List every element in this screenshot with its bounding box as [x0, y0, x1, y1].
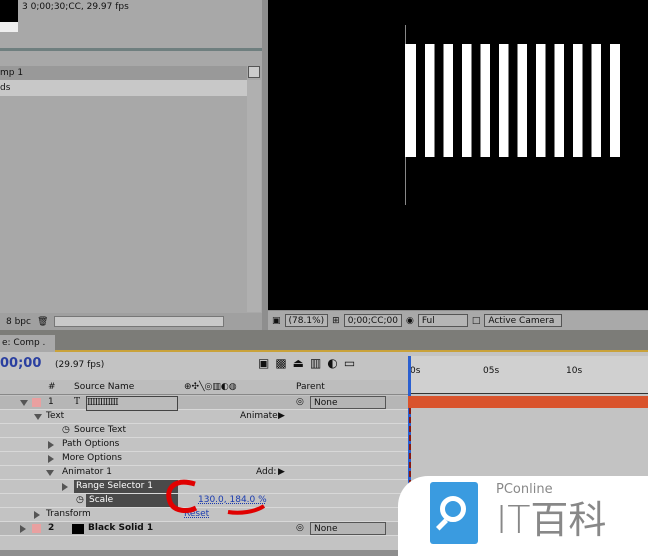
watermark-brand: PConline: [496, 482, 553, 497]
bpc-label[interactable]: 8 bpc: [6, 317, 31, 327]
col-source-name[interactable]: Source Name: [74, 380, 134, 394]
flowchart-button[interactable]: [248, 66, 260, 78]
stripe-gap: [490, 44, 499, 157]
stripe-gap: [527, 44, 536, 157]
layer-number: 2: [48, 523, 55, 533]
current-time[interactable]: 00;00: [0, 356, 41, 371]
ruler-tick: 0s: [410, 366, 421, 376]
trash-icon[interactable]: 🗑: [37, 317, 48, 327]
grid-icon[interactable]: ⊞: [332, 316, 340, 326]
parent-icon: ◎: [296, 397, 304, 407]
zoom-dropdown[interactable]: (78.1%): [284, 314, 329, 327]
layer-row-1[interactable]: 1 T IIIIIIIIIIII ◎ None: [0, 396, 408, 411]
resolution-dropdown[interactable]: Ful: [417, 314, 468, 327]
layer-1-bar[interactable]: [408, 396, 648, 408]
watermark: PConline IT百科: [398, 476, 648, 556]
parent-icon: ◎: [296, 523, 304, 533]
play-icon[interactable]: ▶: [278, 466, 285, 479]
timecode-field[interactable]: 0;00;CC;00: [343, 314, 402, 327]
camera-icon[interactable]: ◉: [406, 316, 414, 326]
switches-icons: ⊕✣╲◎▥◐◍: [184, 382, 237, 392]
project-header: mp 1: [0, 66, 247, 80]
composition-viewer[interactable]: [268, 0, 648, 310]
play-icon[interactable]: ▶: [278, 410, 285, 423]
animate-menu[interactable]: Animate:: [240, 410, 281, 423]
watermark-name: IT百科: [496, 498, 607, 542]
stripe-gap: [545, 44, 555, 157]
time-ruler[interactable]: 0s 05s 10s: [408, 356, 648, 556]
text-layer-icon: T: [74, 397, 81, 407]
tab-comp[interactable]: e: Comp . x: [0, 335, 55, 365]
timeline-tools[interactable]: ▣▩⏏▥◐▭: [258, 356, 361, 370]
text-layer-stripes[interactable]: [403, 42, 625, 160]
horizontal-scrollbar[interactable]: [54, 316, 225, 327]
parent-dropdown[interactable]: None: [310, 522, 386, 535]
layer-row-2[interactable]: 2 Black Solid 1 ◎ None: [0, 522, 408, 536]
project-panel: 3 0;00;30;CC, 29.97 fps mp 1 ds 8 bpc 🗑: [0, 0, 262, 330]
viewer-toolbar: ▣ (78.1%) ⊞ 0;00;CC;00 ◉ Ful □ Active Ca…: [268, 311, 648, 330]
prop-path-options[interactable]: Path Options: [62, 438, 119, 451]
stopwatch-icon[interactable]: ◷: [62, 424, 70, 437]
ruler-tick: 05s: [483, 366, 500, 376]
layer-number: 1: [48, 397, 54, 407]
stripe-gap: [601, 44, 610, 157]
prop-animator-1[interactable]: Animator 1: [62, 466, 112, 479]
stripe-gap: [453, 44, 462, 157]
parent-dropdown[interactable]: None: [310, 396, 386, 409]
stripe-gap: [582, 44, 592, 157]
stopwatch-icon[interactable]: ◷: [76, 494, 84, 507]
prop-source-text[interactable]: Source Text: [74, 424, 126, 437]
layer-name[interactable]: Black Solid 1: [88, 522, 153, 535]
stripe-gap: [564, 44, 573, 157]
monitor-icon[interactable]: ▣: [272, 316, 281, 326]
stripe-gap: [508, 44, 518, 157]
prop-text[interactable]: Text: [46, 410, 64, 423]
solid-swatch: [72, 524, 84, 534]
region-icon[interactable]: □: [472, 316, 481, 326]
magnifier-logo-icon: [430, 482, 478, 544]
stripe-gap: [471, 44, 481, 157]
col-parent[interactable]: Parent: [296, 380, 325, 394]
ruler-tick: 10s: [566, 366, 583, 376]
stripe-gap: [434, 44, 444, 157]
camera-dropdown[interactable]: Active Camera: [484, 314, 563, 327]
comp-info: 3 0;00;30;CC, 29.97 fps: [22, 2, 129, 12]
red-annotation: [166, 479, 266, 515]
layer-name[interactable]: IIIIIIIIIIII: [86, 396, 178, 411]
project-item[interactable]: ds: [0, 80, 247, 96]
panel-separator: e: Comp . x: [0, 330, 648, 365]
column-header: # Source Name ⊕✣╲◎▥◐◍ Parent: [0, 380, 408, 395]
prop-transform[interactable]: Transform: [46, 508, 91, 521]
tab-label: e: Comp .: [2, 338, 46, 348]
stripe-gap: [416, 44, 425, 157]
project-scrollbar[interactable]: [247, 80, 261, 312]
prop-more-options[interactable]: More Options: [62, 452, 122, 465]
col-num: #: [48, 382, 56, 392]
fps-label: (29.97 fps): [55, 360, 105, 370]
